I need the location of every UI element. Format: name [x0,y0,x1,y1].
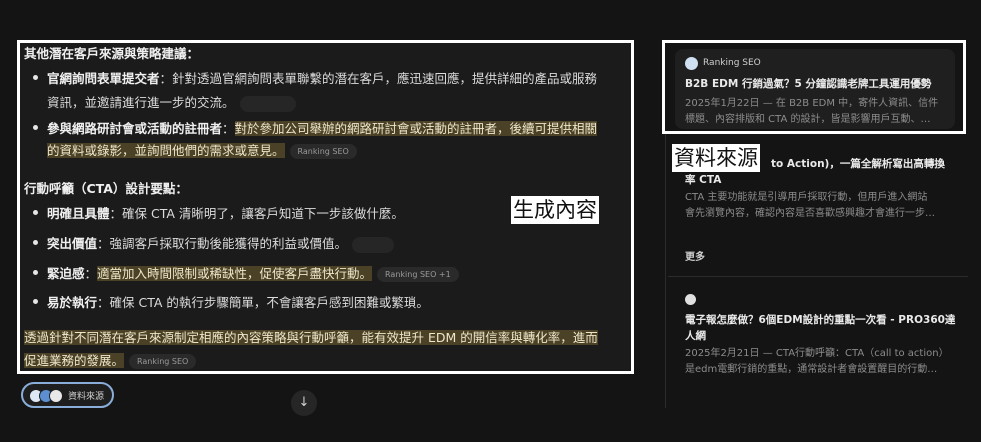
list-item-colon: ： [84,266,98,281]
bullet [33,210,38,215]
list-item-text: 資訊，並邀請進行進一步的交流。 [47,95,235,110]
list-item-text: ：強調客戶採取行動後能獲得的利益或價值。 [97,236,348,251]
bullet [33,125,38,130]
highlighted-text: 的資料或錄影，並詢問他們的需求或意見。 [47,143,285,158]
summary-paragraph: 透過針對不同潛在客戶來源制定相應的內容策略與行動呼籲，能有效提升 EDM 的開信… [24,327,598,346]
list-item-text: ：針對透過官網詢問表單聯繫的潛在客戶，應迅速回應，提供詳細的產品或服務 [159,71,598,86]
divider [668,276,968,277]
generated-content-label: 生成內容 [511,196,599,224]
source-desc: CTA 主要功能就是引導用戶採取行動，但用戶進入網站 [685,192,928,203]
list-item-urgency: 緊迫感：適當加入時間限制或稀缺性，促使客戶盡快行動。 Ranking SEO +1 [47,263,459,282]
section-heading-cta: 行動呼籲（CTA）設計要點： [24,181,188,196]
summary-paragraph-cont: 促進業務的發展。 Ranking SEO [24,350,197,369]
list-item-clear: 明確且具體：確保 CTA 清晰明了，讓客戶知道下一步該做什麼。 [47,203,404,222]
bullet [33,270,38,275]
citation-chip[interactable]: Ranking SEO [129,354,197,369]
highlighted-text: 對於參加公司舉辦的網路研討會或活動的註冊者，後續可提供相關 [234,121,598,136]
list-item-value: 突出價值：強調客戶採取行動後能獲得的利益或價值。 [47,233,395,253]
source-desc: 2025年2月21日 — CTA行動呼籲：CTA（call to action） [685,348,949,359]
list-item-webinar: 參與網路研討會或活動的註冊者：對於參加公司舉辦的網路研討會或活動的註冊者，後續可… [47,118,598,137]
citation-chip[interactable]: Ranking SEO +1 [377,267,459,282]
list-item-colon: ： [222,121,235,136]
section-heading-lead-sources: 其他潛在客戶來源與策略建議： [24,46,200,61]
sources-label: 資料來源 [672,144,760,172]
list-item-title: 明確且具體 [47,206,110,221]
bullet [33,240,38,245]
pro360-favicon-icon [685,294,696,305]
source-desc: 是edm電郵行銷的重點，通常設計者會設置醒目的行動… [685,364,938,375]
list-item-title: 易於執行 [47,295,98,310]
source-favicon-icon [49,389,63,403]
bullet [33,299,38,304]
highlighted-text: 適當加入時間限制或稀缺性，促使客戶盡快行動。 [97,266,373,281]
bullet [33,75,38,80]
arrow-down-icon: ↓ [298,395,310,410]
source-desc: 會先瀏覽內容，確認內容是否喜歡感興趣才會進行一步… [685,208,935,219]
sources-sidebar: to Action)，一篇全解析寫出高轉換 率 CTA CTA 主要功能就是引導… [668,38,968,408]
sources-button-label: 資料來源 [68,392,105,402]
list-item-text: ：確保 CTA 的執行步驟簡單，不會讓客戶感到困難或繁瑣。 [97,295,429,310]
source-title[interactable]: 人網 [685,328,706,343]
source-title[interactable]: 率 CTA [685,172,721,187]
list-item-webinar-cont: 的資料或錄影，並詢問他們的需求或意見。 Ranking SEO [47,140,357,159]
list-item-title: 參與網路研討會或活動的註冊者 [47,121,223,136]
sources-button[interactable]: 資料來源 [21,382,114,408]
list-item-website-form: 官網詢問表單提交者：針對透過官網詢問表單聯繫的潛在客戶，應迅速回應，提供詳細的產… [47,68,597,87]
list-item-title: 突出價值 [47,236,98,251]
list-item-title: 緊迫感 [47,266,85,281]
more-link[interactable]: 更多 [685,248,705,263]
list-item-text: ：確保 CTA 清晰明了，讓客戶知道下一步該做什麼。 [109,206,404,221]
source-title[interactable]: to Action)，一篇全解析寫出高轉換 [771,156,945,171]
citation-chip-placeholder[interactable] [352,236,395,253]
list-item-website-form-cont: 資訊，並邀請進行進一步的交流。 [47,92,296,112]
citation-chip[interactable]: Ranking SEO [289,144,357,159]
list-item-easy: 易於執行：確保 CTA 的執行步驟簡單，不會讓客戶感到困難或繁瑣。 [47,292,429,311]
highlighted-text: 促進業務的發展。 [24,353,125,368]
highlighted-text: 透過針對不同潛在客戶來源制定相應的內容策略與行動呼籲，能有效提升 EDM 的開信… [24,330,598,345]
citation-chip-placeholder[interactable] [239,95,296,112]
scroll-down-button[interactable]: ↓ [291,390,317,416]
source-title[interactable]: 電子報怎麼做？6個EDM設計的重點一次看 - PRO360達 [685,312,955,327]
list-item-title: 官網詢問表單提交者 [47,71,160,86]
